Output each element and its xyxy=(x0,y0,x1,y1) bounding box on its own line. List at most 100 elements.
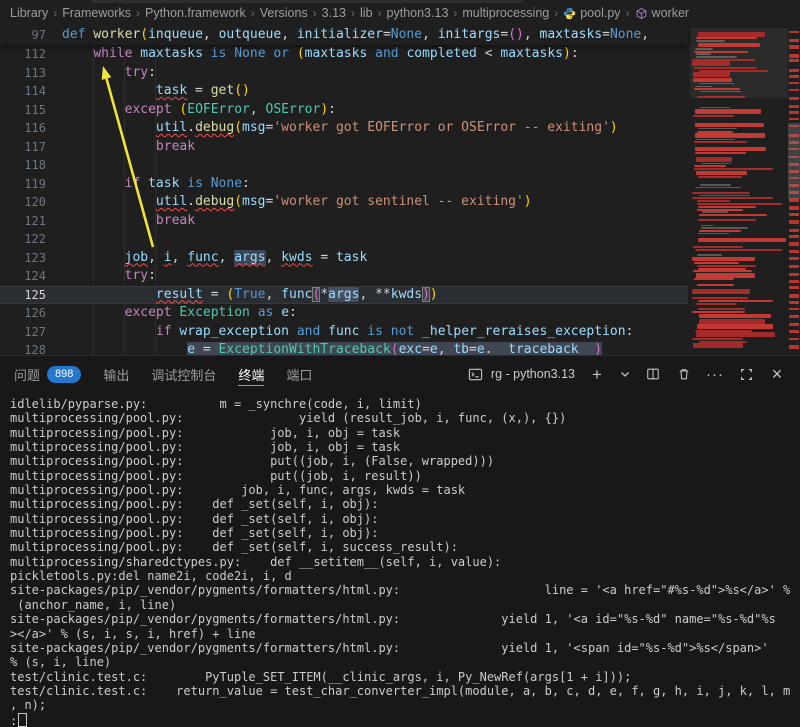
code-token: : xyxy=(328,102,336,117)
code-line-114[interactable]: 114 task = get() xyxy=(0,82,688,101)
code-line-119[interactable]: 119 if task is None: xyxy=(0,175,688,194)
code-line-117[interactable]: 117 break xyxy=(0,138,688,157)
breadcrumb-item[interactable]: Frameworks xyxy=(62,6,131,20)
minimap-code-line xyxy=(699,195,750,197)
code-token: func xyxy=(281,287,312,302)
chevron-down-icon[interactable] xyxy=(619,365,631,383)
code-token: not xyxy=(391,324,422,339)
terminal-prompt-row: : xyxy=(10,713,800,727)
breadcrumb-item[interactable]: lib xyxy=(360,6,373,20)
minimap-match-highlight xyxy=(698,43,761,48)
minimap-match-highlight xyxy=(695,123,763,128)
more-actions-icon[interactable]: ··· xyxy=(706,365,724,383)
code-line-121[interactable]: 121 break xyxy=(0,212,688,231)
code-token: tb xyxy=(453,342,469,355)
code-token: is xyxy=(367,324,390,339)
panel-tab-item[interactable]: 调试控制台 xyxy=(151,357,216,391)
minimap-match-highlight xyxy=(692,311,745,313)
code-line-123[interactable]: 123 job, i, func, args, kwds = task xyxy=(0,249,688,268)
code-editor[interactable]: 97def worker(inqueue, outqueue, initiali… xyxy=(0,26,800,355)
breadcrumb-separator-icon: › xyxy=(313,6,317,20)
breadcrumb-item[interactable]: worker xyxy=(635,6,690,20)
line-number: 113 xyxy=(0,64,46,83)
code-line-112[interactable]: 112 while maxtasks is None or (maxtasks … xyxy=(0,45,688,64)
code-token: OSError xyxy=(266,102,321,117)
code-line-97[interactable]: 97def worker(inqueue, outqueue, initiali… xyxy=(0,26,649,45)
split-terminal-icon[interactable] xyxy=(644,365,662,383)
minimap-match-highlight xyxy=(695,147,765,152)
line-number: 123 xyxy=(0,249,46,268)
code-token: , xyxy=(422,27,438,42)
minimap-match-highlight xyxy=(692,297,748,299)
terminal-output[interactable]: idlelib/pyparse.py: m = _synchre(code, i… xyxy=(0,392,800,727)
sticky-scroll-line[interactable]: 97def worker(inqueue, outqueue, initiali… xyxy=(0,26,688,45)
breadcrumb-item[interactable]: python3.13 xyxy=(387,6,449,20)
code-line-120[interactable]: 120 util.debug(msg='worker got sentinel … xyxy=(0,193,688,212)
new-terminal-icon[interactable]: + xyxy=(588,365,606,383)
minimap-code-line xyxy=(700,184,731,186)
code-line-116[interactable]: 116 util.debug(msg='worker got EOFError … xyxy=(0,119,688,138)
scrollbar-thumb[interactable] xyxy=(788,123,800,199)
panel-tab-item[interactable]: 端口 xyxy=(286,357,312,391)
breadcrumb-item[interactable]: 3.13 xyxy=(322,6,346,20)
breadcrumb-item[interactable]: Python.framework xyxy=(145,6,246,20)
code-token: 'worker got EOFError or OSError -- exiti… xyxy=(273,120,610,135)
overview-ruler-mark xyxy=(789,286,799,289)
code-token: args xyxy=(328,287,359,302)
code-token: : xyxy=(289,305,297,320)
minimap-match-highlight xyxy=(692,59,755,61)
breadcrumb-item[interactable]: Library xyxy=(10,6,48,20)
breadcrumb-item[interactable]: pool.py xyxy=(563,6,620,20)
close-panel-icon[interactable]: × xyxy=(768,365,786,383)
kill-terminal-icon[interactable] xyxy=(675,365,693,383)
overview-ruler-mark xyxy=(789,242,799,246)
code-token: () xyxy=(508,27,524,42)
minimap[interactable] xyxy=(690,26,788,355)
code-line-127[interactable]: 127 if wrap_exception and func is not _h… xyxy=(0,323,688,342)
code-line-126[interactable]: 126 except Exception as e: xyxy=(0,304,688,323)
code-line-124[interactable]: 124 try: xyxy=(0,267,688,286)
panel-tab-active[interactable]: 终端 xyxy=(238,357,264,391)
code-token: and xyxy=(375,46,406,61)
overview-ruler-mark xyxy=(789,273,799,276)
code-line-128[interactable]: 128 e = ExceptionWithTraceback(exc=e, tb… xyxy=(0,341,688,355)
terminal-row: test/clinic.test.c: return_value = test_… xyxy=(10,684,800,698)
code-token: ) xyxy=(594,342,602,355)
breadcrumb-item[interactable]: Versions xyxy=(260,6,308,20)
minimap-match-highlight xyxy=(694,165,726,167)
terminal-tab[interactable]: rg - python3.13 xyxy=(467,365,575,383)
minimap-code-line xyxy=(702,211,727,213)
code-line-122[interactable]: 122 xyxy=(0,230,688,249)
overview-ruler-mark xyxy=(789,323,799,326)
panel-tab-item[interactable]: 问题898 xyxy=(14,357,81,391)
terminal-row: multiprocessing/pool.py: job, i, obj = t… xyxy=(10,426,800,440)
code-token: ** xyxy=(375,287,391,302)
code-line-118[interactable]: 118 xyxy=(0,156,688,175)
code-line-115[interactable]: 115 except (EOFError, OSError): xyxy=(0,101,688,120)
code-token: i xyxy=(164,250,172,265)
breadcrumb-separator-icon: › xyxy=(136,6,140,20)
maximize-panel-icon[interactable] xyxy=(737,365,755,383)
minimap-match-highlight xyxy=(692,338,743,340)
breadcrumb-item[interactable]: multiprocessing xyxy=(462,6,549,20)
overview-ruler-mark xyxy=(789,213,799,216)
code-token: = xyxy=(383,27,391,42)
line-number: 117 xyxy=(0,138,46,157)
code-token: None xyxy=(234,46,273,61)
overview-ruler-mark xyxy=(789,69,799,72)
minimap-match-highlight xyxy=(694,88,740,90)
code-line-125[interactable]: 125 result = (True, func(*args, **kwds)) xyxy=(0,286,688,305)
minimap-match-highlight xyxy=(693,270,752,272)
code-token: func xyxy=(328,324,367,339)
scrollbar[interactable] xyxy=(788,26,800,355)
code-token: , xyxy=(250,102,266,117)
minimap-code-line xyxy=(701,163,732,165)
code-line-113[interactable]: 113 try: xyxy=(0,64,688,83)
minimap-match-highlight xyxy=(697,200,730,202)
panel-tab-item[interactable]: 输出 xyxy=(103,357,129,391)
minimap-code-line xyxy=(696,40,725,42)
code-token: worker xyxy=(93,27,140,42)
code-token: = xyxy=(187,83,210,98)
terminal-cursor xyxy=(18,713,27,727)
panel-actions: rg - python3.13 + ··· xyxy=(467,365,800,383)
